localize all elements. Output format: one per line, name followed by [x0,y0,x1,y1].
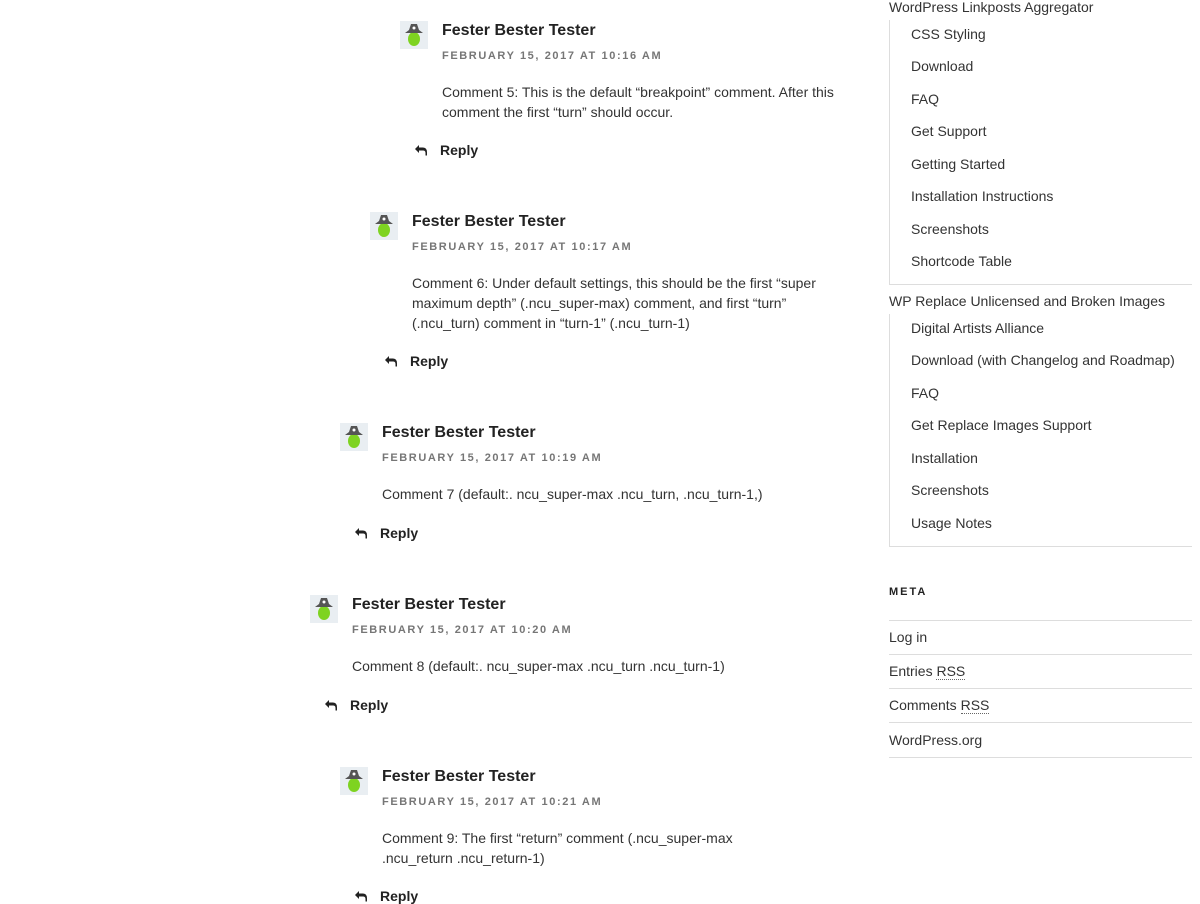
avatar-icon [340,767,368,795]
reply-label: Reply [380,525,419,541]
reply-button[interactable]: Reply [414,142,478,158]
comments-rss-link[interactable]: Comments RSS [889,697,990,714]
sidebar-divider [889,546,1192,547]
sidebar-page-link[interactable]: WordPress Linkposts Aggregator [889,0,1093,15]
reply-label: Reply [350,697,389,713]
sidebar-subpage-link[interactable]: Installation Instructions [911,188,1053,204]
sidebar-subpage-link[interactable]: FAQ [911,91,939,107]
comment-date[interactable]: FEBRUARY 15, 2017 AT 10:17 AM [412,241,632,253]
sidebar-subpage-link[interactable]: Installation [911,450,978,466]
sidebar-subpage-link[interactable]: Usage Notes [911,515,992,531]
avatar[interactable] [340,423,368,451]
meta-divider [889,722,1192,723]
reply-arrow-icon [384,354,398,368]
submenu-divider [889,314,890,546]
sidebar-subpage-link[interactable]: Screenshots [911,221,989,237]
comment-author[interactable]: Fester Bester Tester [382,768,536,786]
meta-divider [889,688,1192,689]
comment-text: Comment 7 (default:. ncu_super-max .ncu_… [382,486,763,502]
reply-label: Reply [440,142,479,158]
comment-text: Comment 8 (default:. ncu_super-max .ncu_… [352,658,725,674]
entries-label: Entries [889,663,933,679]
sidebar-subpage-link[interactable]: CSS Styling [911,26,986,42]
avatar-icon [370,212,398,240]
reply-button[interactable]: Reply [324,697,388,713]
sidebar-subpage-link[interactable]: Getting Started [911,156,1005,172]
reply-button[interactable]: Reply [354,525,418,541]
comment-date[interactable]: FEBRUARY 15, 2017 AT 10:19 AM [382,452,602,464]
sidebar-subpage-link[interactable]: Download [911,58,973,74]
reply-button[interactable]: Reply [384,353,448,369]
sidebar-subpage-link[interactable]: Get Support [911,123,987,139]
avatar-icon [310,595,338,623]
comment-author[interactable]: Fester Bester Tester [382,424,536,442]
sidebar-subpage-link[interactable]: Screenshots [911,482,989,498]
login-link[interactable]: Log in [889,629,927,645]
comments-label: Comments [889,697,957,713]
sidebar-page-link[interactable]: WP Replace Unlicensed and Broken Images [889,293,1165,309]
rss-abbr: RSS [960,697,990,714]
comment-date[interactable]: FEBRUARY 15, 2017 AT 10:21 AM [382,796,602,808]
meta-divider [889,620,1192,621]
rss-abbr: RSS [936,663,966,680]
sidebar-subpage-link[interactable]: FAQ [911,385,939,401]
comment-date[interactable]: FEBRUARY 15, 2017 AT 10:16 AM [442,50,662,62]
avatar[interactable] [340,767,368,795]
reply-label: Reply [410,353,449,369]
sidebar: WordPress Linkposts Aggregator CSS Styli… [889,0,1192,900]
sidebar-divider [889,284,1192,285]
meta-divider [889,757,1192,758]
avatar[interactable] [400,21,428,49]
comment-author[interactable]: Fester Bester Tester [442,22,596,40]
comment-text: Comment 9: The first “return” comment (.… [382,830,733,866]
sidebar-subpage-link[interactable]: Digital Artists Alliance [911,320,1044,336]
reply-arrow-icon [354,889,368,903]
comment-author[interactable]: Fester Bester Tester [412,213,566,231]
sidebar-subpage-link[interactable]: Shortcode Table [911,253,1012,269]
reply-arrow-icon [414,143,428,157]
wordpress-org-link[interactable]: WordPress.org [889,732,982,748]
comment-author[interactable]: Fester Bester Tester [352,596,506,614]
reply-button[interactable]: Reply [354,888,418,904]
avatar[interactable] [370,212,398,240]
comment-text: Comment 6: Under default settings, this … [412,275,816,331]
avatar-icon [340,423,368,451]
reply-label: Reply [380,888,419,904]
submenu-divider [889,20,890,284]
reply-arrow-icon [324,698,338,712]
reply-arrow-icon [354,526,368,540]
comment-text: Comment 5: This is the default “breakpoi… [442,84,834,120]
entries-rss-link[interactable]: Entries RSS [889,663,966,680]
sidebar-subpage-link[interactable]: Get Replace Images Support [911,417,1092,433]
meta-divider [889,654,1192,655]
sidebar-subpage-link[interactable]: Download (with Changelog and Roadmap) [911,352,1175,368]
comment-date[interactable]: FEBRUARY 15, 2017 AT 10:20 AM [352,624,572,636]
avatar[interactable] [310,595,338,623]
meta-widget-title: META [889,586,928,598]
avatar-icon [400,21,428,49]
